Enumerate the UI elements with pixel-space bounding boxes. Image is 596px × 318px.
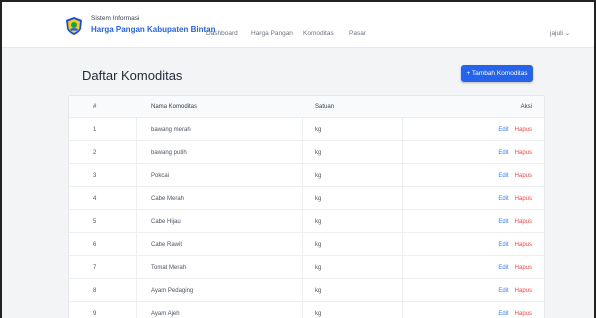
row-number: 4 xyxy=(93,196,97,202)
header-actions: Aksi xyxy=(520,104,532,110)
delete-link[interactable]: Hapus xyxy=(515,242,532,248)
nav-harga-pangan[interactable]: Harga Pangan xyxy=(251,30,293,38)
row-name: Cabe Rawit xyxy=(151,242,183,248)
table-row: 1 bawang merah kg Edit Hapus xyxy=(69,119,544,141)
row-name: Ayam Pedaging xyxy=(151,288,194,294)
table-row: 7 Tomat Merah kg Edit Hapus xyxy=(69,257,544,279)
nav-pasar[interactable]: Pasar xyxy=(349,30,366,38)
row-number: 2 xyxy=(93,150,97,156)
table-row: 4 Cabe Merah kg Edit Hapus xyxy=(69,188,544,210)
table-row: 3 Pokcai kg Edit Hapus xyxy=(69,165,544,187)
row-name: Cabe Merah xyxy=(151,196,185,202)
page-title: Daftar Komoditas xyxy=(82,68,183,83)
table-row: 6 Cabe Rawit kg Edit Hapus xyxy=(69,234,544,256)
delete-link[interactable]: Hapus xyxy=(515,288,532,294)
row-actions: Edit Hapus xyxy=(452,142,532,164)
row-number: 7 xyxy=(93,265,97,271)
row-actions: Edit Hapus xyxy=(452,211,532,233)
row-unit: kg xyxy=(315,196,322,202)
row-unit: kg xyxy=(315,150,322,156)
row-number: 3 xyxy=(93,173,97,179)
header-number: # xyxy=(93,104,97,110)
row-unit: kg xyxy=(315,265,322,271)
user-menu[interactable]: jajuli ⌄ xyxy=(550,30,570,38)
table-row: 5 Cabe Hijau kg Edit Hapus xyxy=(69,211,544,233)
nav-dashboard[interactable]: Dashboard xyxy=(206,30,238,38)
edit-link[interactable]: Edit xyxy=(498,196,508,202)
edit-link[interactable]: Edit xyxy=(498,242,508,248)
row-name: Cabe Hijau xyxy=(151,219,181,225)
row-unit: kg xyxy=(315,173,322,179)
brand-subtitle: Sistem Informasi xyxy=(91,15,140,22)
edit-link[interactable]: Edit xyxy=(498,288,508,294)
row-number: 9 xyxy=(93,311,97,317)
row-actions: Edit Hapus xyxy=(452,119,532,141)
table-header-row: # Nama Komoditas Satuan Aksi xyxy=(69,96,544,118)
row-actions: Edit Hapus xyxy=(452,303,532,318)
table-row: 8 Ayam Pedaging kg Edit Hapus xyxy=(69,280,544,302)
delete-link[interactable]: Hapus xyxy=(515,127,532,133)
row-name: Tomat Merah xyxy=(151,265,187,271)
row-number: 5 xyxy=(93,219,97,225)
edit-link[interactable]: Edit xyxy=(498,219,508,225)
brand-title[interactable]: Harga Pangan Kabupaten Bintan xyxy=(91,25,215,35)
row-actions: Edit Hapus xyxy=(452,257,532,279)
header-name: Nama Komoditas xyxy=(151,104,198,110)
row-name: Ayam Ajeh xyxy=(151,311,180,317)
top-navbar: Sistem Informasi Harga Pangan Kabupaten … xyxy=(2,2,594,48)
row-actions: Edit Hapus xyxy=(452,280,532,302)
edit-link[interactable]: Edit xyxy=(498,173,508,179)
row-actions: Edit Hapus xyxy=(452,234,532,256)
edit-link[interactable]: Edit xyxy=(498,150,508,156)
edit-link[interactable]: Edit xyxy=(498,311,508,317)
commodity-table: # Nama Komoditas Satuan Aksi 1 bawang me… xyxy=(68,95,545,318)
row-actions: Edit Hapus xyxy=(452,165,532,187)
row-name: bawang putih xyxy=(151,150,187,156)
add-commodity-button[interactable]: + Tambah Komoditas xyxy=(461,65,533,82)
row-name: Pokcai xyxy=(151,173,170,179)
bintan-logo-icon[interactable] xyxy=(64,16,84,36)
row-number: 6 xyxy=(93,242,97,248)
delete-link[interactable]: Hapus xyxy=(515,219,532,225)
delete-link[interactable]: Hapus xyxy=(515,265,532,271)
table-row: 9 Ayam Ajeh kg Edit Hapus xyxy=(69,303,544,318)
row-number: 1 xyxy=(93,127,97,133)
delete-link[interactable]: Hapus xyxy=(515,311,532,317)
app-window: Sistem Informasi Harga Pangan Kabupaten … xyxy=(0,0,596,318)
row-unit: kg xyxy=(315,219,322,225)
row-unit: kg xyxy=(315,242,322,248)
edit-link[interactable]: Edit xyxy=(498,265,508,271)
delete-link[interactable]: Hapus xyxy=(515,196,532,202)
row-unit: kg xyxy=(315,127,322,133)
table-row: 2 bawang putih kg Edit Hapus xyxy=(69,142,544,164)
delete-link[interactable]: Hapus xyxy=(515,150,532,156)
edit-link[interactable]: Edit xyxy=(498,127,508,133)
row-actions: Edit Hapus xyxy=(452,188,532,210)
header-unit: Satuan xyxy=(315,104,335,110)
row-number: 8 xyxy=(93,288,97,294)
row-unit: kg xyxy=(315,311,322,317)
nav-komoditas[interactable]: Komoditas xyxy=(303,30,334,38)
row-name: bawang merah xyxy=(151,127,191,133)
delete-link[interactable]: Hapus xyxy=(515,173,532,179)
row-unit: kg xyxy=(315,288,322,294)
